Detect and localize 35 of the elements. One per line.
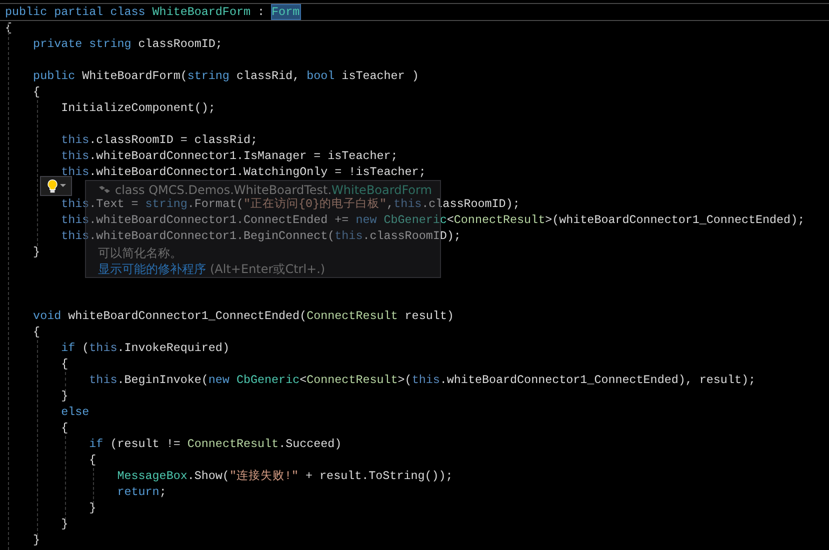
code-line: InitializeComponent(); — [60, 100, 216, 116]
show-fixes-link[interactable]: 显示可能的修补程序 — [98, 261, 206, 277]
code-line: public WhiteBoardForm(string classRid, bool isTeacher ) — [32, 68, 419, 84]
code-line: private string classRoomID; — [32, 36, 222, 52]
code-line: } — [32, 532, 40, 548]
simplify-message: 可以简化名称。 — [98, 245, 182, 261]
code-line: this.whiteBoardConnector1.IsManager = isTeacher; — [60, 148, 398, 164]
code-line: } — [60, 388, 68, 404]
code-line: this.whiteBoardConnector1.BeginConnect(this.classRoomID); — [60, 228, 461, 244]
code-line: void whiteBoardConnector1_ConnectEnded(ConnectResult result) — [32, 308, 454, 324]
shortcut-hint: (Alt+Enter或Ctrl+.) — [210, 261, 326, 277]
code-line: this.BeginInvoke(new CbGeneric<ConnectResult>(this.whiteBoardConnector1_ConnectEnded), result); — [88, 372, 756, 388]
code-line: this.whiteBoardConnector1.WatchingOnly = !isTeacher; — [60, 164, 426, 180]
caret-icon — [60, 184, 66, 188]
code-line: { — [60, 356, 68, 372]
lightbulb-icon — [46, 178, 58, 194]
code-line: { — [60, 420, 68, 436]
code-line: if (this.InvokeRequired) — [60, 340, 230, 356]
code-line: this.Text = string.Format("正在访问{0}的电子白板",this.classRoomID); — [60, 196, 520, 212]
code-line: { — [32, 324, 40, 340]
code-line: MessageBox.Show("连接失败!" + result.ToString()); — [116, 468, 453, 484]
code-line: { — [32, 84, 40, 100]
code-line: } — [32, 244, 40, 260]
code-line: else — [60, 404, 90, 420]
code-line: public partial class WhiteBoardForm : Form — [4, 4, 300, 20]
code-line: this.whiteBoardConnector1.ConnectEnded += new CbGeneric<ConnectResult>(whiteBoardConnector1_ConnectEnded); — [60, 212, 805, 228]
code-line: return; — [116, 484, 166, 500]
code-line: } — [60, 516, 68, 532]
class-signature: class QMCS.Demos.WhiteBoardTest.WhiteBoardForm — [115, 182, 432, 197]
class-icon — [98, 185, 110, 195]
code-line: { — [88, 452, 96, 468]
lightbulb-button[interactable] — [40, 176, 72, 196]
code-line: if (result != ConnectResult.Succeed) — [88, 436, 342, 452]
code-line: } — [88, 500, 96, 516]
code-line: this.classRoomID = classRid; — [60, 132, 258, 148]
